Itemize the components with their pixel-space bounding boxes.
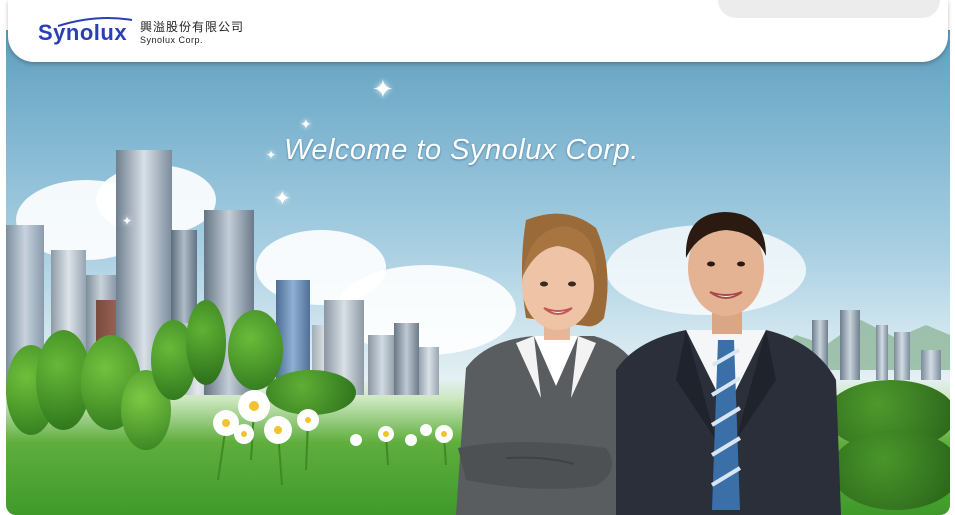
sparkle-icon: ✦ [300,116,312,132]
company-name: 興溢股份有限公司 Synolux Corp. [140,20,244,46]
company-logo[interactable]: Synolux 興溢股份有限公司 Synolux Corp. [38,17,244,48]
company-name-en: Synolux Corp. [140,35,204,45]
welcome-heading: Welcome to Synolux Corp. [284,134,639,166]
tree [186,300,226,385]
sparkle-icon: ✦ [122,214,133,228]
building [921,350,941,380]
logo-text: Synolux [38,20,128,45]
sparkle-icon: ✦ [372,74,394,104]
site-header: Synolux 興溢股份有限公司 Synolux Corp. [8,0,948,62]
tea-bush [831,430,950,510]
building [419,347,439,395]
building [368,335,396,395]
header-tab-pill [718,0,940,18]
sparkle-icon: ✦ [266,148,277,162]
building [840,310,860,380]
company-name-cn: 興溢股份有限公司 [140,20,245,34]
building [876,325,888,380]
building [894,332,910,380]
hero-banner: ✦ ✦ ✦ ✦ ✦ Welcome to Synolux Corp. [6,30,950,515]
sparkle-icon: ✦ [274,188,291,210]
businessman [616,212,841,515]
logo-mark: Synolux [38,17,133,48]
daisy-flowers [213,390,453,486]
building [394,323,419,395]
